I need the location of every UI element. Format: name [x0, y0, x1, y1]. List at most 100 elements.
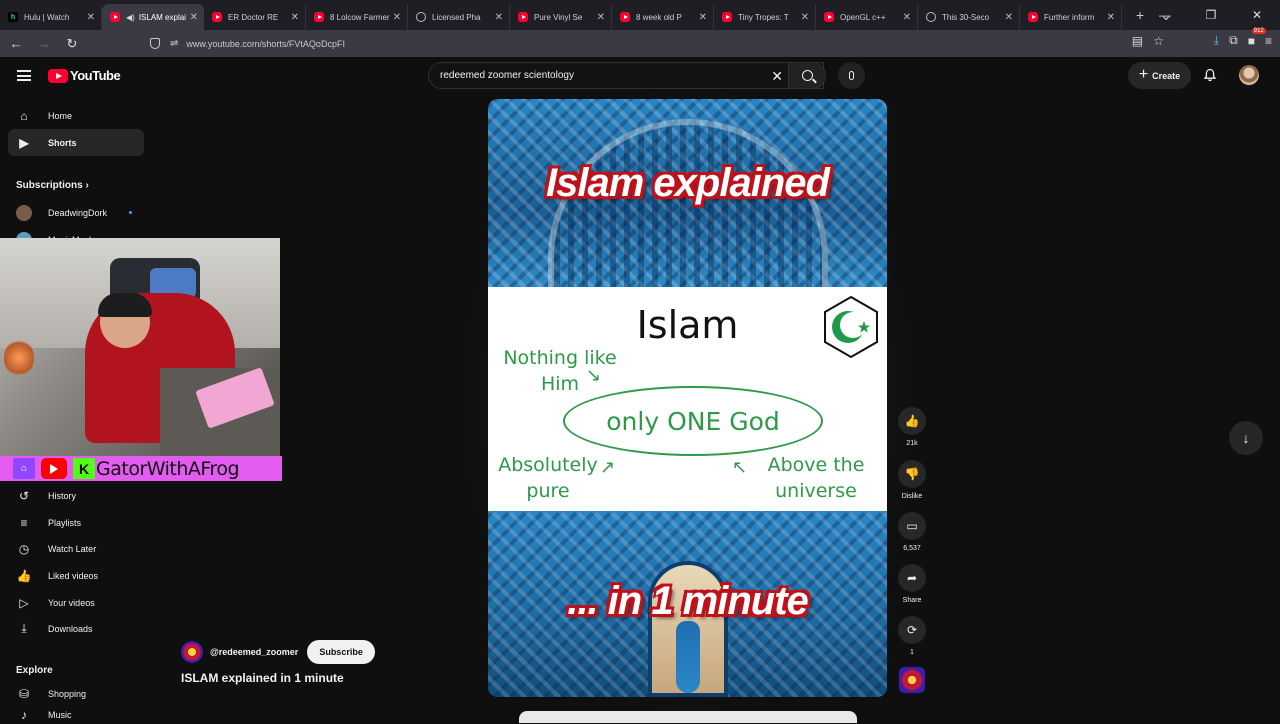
- channel-handle[interactable]: @redeemed_zoomer: [210, 647, 298, 657]
- youtube-play-icon: [48, 68, 68, 83]
- hamburger-menu-icon[interactable]: [17, 70, 31, 81]
- notifications-bell-icon[interactable]: [1203, 68, 1217, 82]
- address-bar[interactable]: ⇌ www.youtube.com/shorts/FVtAQoDcpFI: [150, 32, 1100, 55]
- tab-tiny-tropes[interactable]: Tiny Tropes: T ✕: [714, 4, 816, 30]
- speaker-icon[interactable]: ◀): [126, 13, 135, 22]
- close-tab-icon[interactable]: ✕: [801, 12, 809, 23]
- back-icon[interactable]: ←: [4, 32, 28, 56]
- tab-8-week-old[interactable]: 8 week old P ✕: [612, 4, 714, 30]
- remix-button[interactable]: ⟳: [898, 616, 926, 644]
- menu-icon[interactable]: ≡: [1265, 34, 1272, 48]
- sidebar-item-watch-later[interactable]: ◷ Watch Later: [8, 535, 144, 562]
- channel-avatar[interactable]: [181, 641, 203, 663]
- reader-view-icon[interactable]: ▤: [1132, 34, 1143, 48]
- remix-count: 1: [910, 649, 914, 656]
- account-avatar[interactable]: [1239, 65, 1259, 85]
- mosque-tile-background: ... in 1 minute: [488, 511, 887, 697]
- youtube-icon: [314, 12, 324, 22]
- comment-count: 6,537: [903, 545, 921, 552]
- next-short-button[interactable]: ↓: [1229, 421, 1263, 455]
- close-tab-icon[interactable]: ✕: [87, 12, 95, 23]
- youtube-icon: [824, 12, 834, 22]
- window-close-icon[interactable]: ✕: [1234, 0, 1280, 30]
- extension-badge-icon[interactable]: ■ 912: [1248, 27, 1266, 48]
- url-text[interactable]: www.youtube.com/shorts/FVtAQoDcpFI: [186, 39, 345, 49]
- explore-header: Explore: [16, 665, 53, 676]
- close-tab-icon[interactable]: ✕: [190, 12, 198, 23]
- next-short-preview[interactable]: [519, 711, 857, 723]
- streamer-name: GatorWithAFrog: [96, 457, 240, 480]
- subscriptions-header[interactable]: Subscriptions ›: [16, 180, 89, 191]
- tab-islam-explained[interactable]: ◀) ISLAM explai ✕: [102, 4, 204, 30]
- close-tab-icon[interactable]: ✕: [1005, 12, 1013, 23]
- youtube-icon: [620, 12, 630, 22]
- sidebar-item-music[interactable]: ♪ Music: [8, 706, 144, 724]
- tab-30-seco[interactable]: This 30-Seco ✕: [918, 4, 1020, 30]
- bookmark-star-icon[interactable]: ☆: [1153, 34, 1164, 48]
- shorts-icon: ▶: [19, 135, 29, 150]
- extensions-icon[interactable]: ⧉: [1229, 33, 1238, 48]
- shield-icon[interactable]: [150, 38, 160, 49]
- like-button[interactable]: 👍: [898, 407, 926, 435]
- sidebar-item-home[interactable]: ⌂ Home: [8, 102, 144, 129]
- tab-opengl[interactable]: OpenGL c++ ✕: [816, 4, 918, 30]
- site-permissions-icon[interactable]: ⇌: [170, 38, 178, 49]
- shorts-video-player[interactable]: Islam explained Islam Nothing like Him ↘…: [488, 99, 887, 697]
- sidebar-item-shorts[interactable]: ▶ Shorts: [8, 129, 144, 156]
- microphone-icon: [849, 71, 854, 80]
- reload-icon[interactable]: ↻: [60, 32, 84, 56]
- browser-tab-strip: h Hulu | Watch ✕ ◀) ISLAM explai ✕ ER Doctor…: [0, 0, 1280, 30]
- tab-pure-vinyl[interactable]: Pure Vinyl Se ✕: [510, 4, 612, 30]
- tab-hulu[interactable]: h Hulu | Watch ✕: [0, 4, 102, 30]
- playlists-icon: ≡: [20, 515, 28, 530]
- sound-source-avatar[interactable]: [899, 667, 925, 693]
- sidebar-item-playlists[interactable]: ≡ Playlists: [8, 509, 144, 536]
- like-action: 👍 21k: [897, 407, 927, 447]
- thumbs-up-icon: 👍: [16, 568, 32, 583]
- restore-icon[interactable]: ❐: [1188, 0, 1234, 30]
- dislike-action: 👎 Dislike: [897, 460, 927, 500]
- tab-licensed-pha[interactable]: Licensed Pha ✕: [408, 4, 510, 30]
- sidebar-item-liked-videos[interactable]: 👍 Liked videos: [8, 562, 144, 589]
- tab-er-doctor[interactable]: ER Doctor RE ✕: [204, 4, 306, 30]
- history-icon: ↺: [18, 488, 30, 503]
- create-button[interactable]: + Create: [1128, 62, 1191, 89]
- extension-badge-count: 912: [1251, 27, 1266, 34]
- tab-further-inform[interactable]: Further inform ✕: [1020, 4, 1122, 30]
- sidebar-item-history[interactable]: ↺ History: [8, 482, 144, 509]
- video-title[interactable]: ISLAM explained in 1 minute: [181, 671, 344, 685]
- islam-diagram-panel: Islam Nothing like Him ↘ only ONE God Ab…: [488, 287, 887, 511]
- close-tab-icon[interactable]: ✕: [597, 12, 605, 23]
- streamer-webcam-overlay: [0, 238, 280, 456]
- close-tab-icon[interactable]: ✕: [495, 12, 503, 23]
- close-tab-icon[interactable]: ✕: [903, 12, 911, 23]
- youtube-icon: [110, 12, 120, 22]
- remix-action: ⟳ 1: [897, 616, 927, 656]
- close-tab-icon[interactable]: ✕: [291, 12, 299, 23]
- hulu-icon: h: [8, 12, 18, 22]
- forward-icon[interactable]: →: [32, 32, 56, 56]
- comment-icon: ▭: [906, 519, 918, 533]
- minimize-icon[interactable]: —: [1142, 0, 1188, 30]
- tab-lolcow[interactable]: 8 Lolcow Farmers ✕: [306, 4, 408, 30]
- sidebar-item-shopping[interactable]: ⛁ Shopping: [8, 680, 144, 707]
- curved-arrow-icon: ↘: [586, 365, 602, 386]
- streamer-beanie: [98, 293, 152, 317]
- comments-button[interactable]: ▭: [898, 512, 926, 540]
- chevron-right-icon: ›: [85, 180, 89, 191]
- sidebar-item-downloads[interactable]: ⤓ Downloads: [8, 615, 144, 642]
- dislike-button[interactable]: 👎: [898, 460, 926, 488]
- sidebar-subscription-deadwingdork[interactable]: DeadwingDork: [8, 199, 144, 226]
- subscribe-button[interactable]: Subscribe: [307, 640, 375, 664]
- channel-info: @redeemed_zoomer Subscribe: [181, 640, 375, 664]
- close-tab-icon[interactable]: ✕: [1107, 12, 1115, 23]
- share-button[interactable]: ➦: [898, 564, 926, 592]
- youtube-logo[interactable]: YouTube: [48, 68, 121, 83]
- center-text: only ONE God: [606, 406, 780, 436]
- your-videos-icon: ▷: [19, 595, 29, 610]
- downloads-icon[interactable]: ⤓: [1214, 33, 1219, 48]
- close-tab-icon[interactable]: ✕: [699, 12, 707, 23]
- close-tab-icon[interactable]: ✕: [393, 12, 401, 23]
- arrow-down-icon: ↓: [1242, 430, 1250, 446]
- sidebar-item-your-videos[interactable]: ▷ Your videos: [8, 589, 144, 616]
